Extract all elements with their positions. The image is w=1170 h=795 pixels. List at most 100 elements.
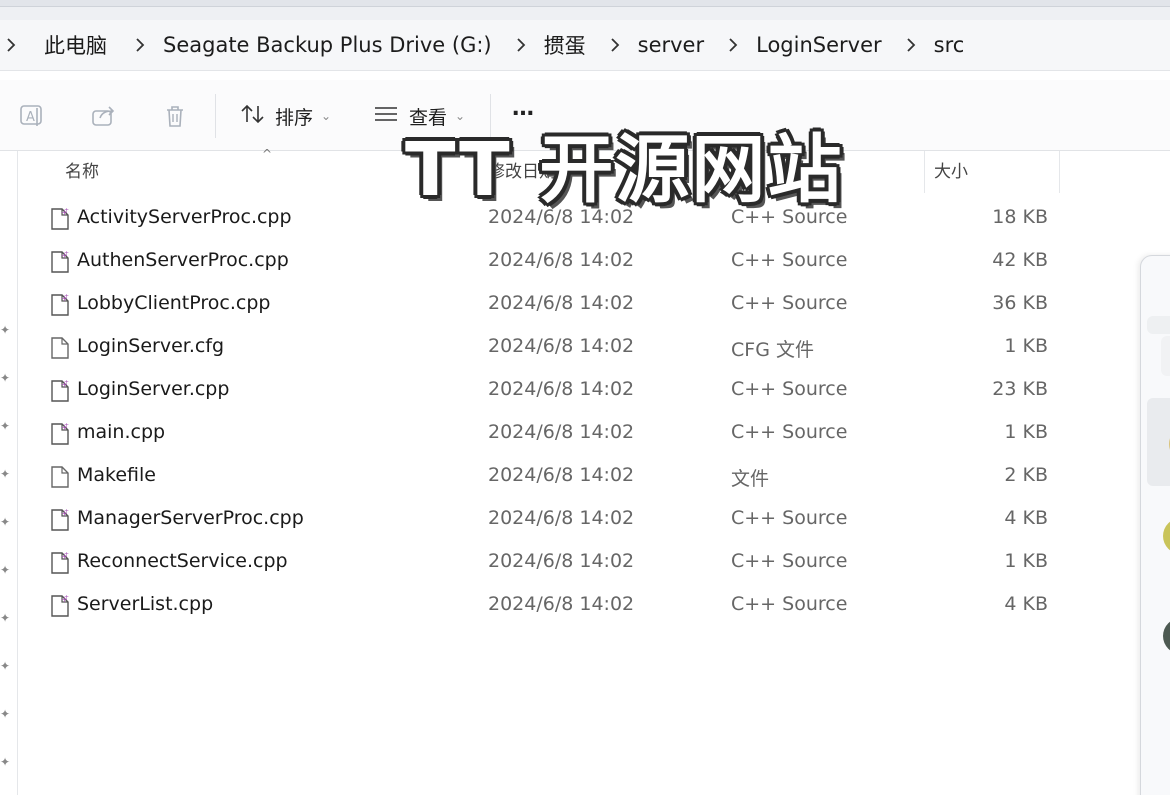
file-size: 4 KB	[1004, 507, 1048, 529]
delete-icon[interactable]	[161, 102, 189, 130]
svg-text:+: +	[64, 207, 69, 214]
breadcrumb-item-guandan[interactable]: 掼蛋	[536, 30, 594, 60]
sort-button-label: 排序	[275, 106, 314, 129]
file-name: ReconnectService.cpp	[77, 550, 288, 572]
file-modified-date: 2024/6/8 14:02	[488, 378, 635, 400]
file-name: ActivityServerProc.cpp	[77, 206, 292, 228]
column-divider[interactable]	[1059, 151, 1060, 193]
title-strip-edge	[0, 0, 1170, 7]
breadcrumb-item-this-pc[interactable]: 此电脑	[22, 30, 115, 60]
file-size: 23 KB	[992, 378, 1048, 400]
file-size: 18 KB	[992, 206, 1048, 228]
svg-text:+: +	[64, 379, 69, 386]
file-size: 1 KB	[1004, 421, 1048, 443]
sort-icon	[240, 103, 266, 130]
column-header-name[interactable]: 名称	[65, 151, 99, 193]
file-size: 2 KB	[1004, 464, 1048, 486]
file-row[interactable]: + + LobbyClientProc.cpp 2024/6/8 14:02 C++ S…	[0, 284, 1100, 327]
file-size: 1 KB	[1004, 550, 1048, 572]
chevron-down-icon: ⌄	[321, 109, 332, 123]
watermark-text: TT 开源网站	[405, 127, 844, 213]
file-type: CFG 文件	[731, 339, 814, 361]
file-row[interactable]: + + LoginServer.cpp 2024/6/8 14:02 C++ Sourc…	[0, 370, 1100, 413]
column-divider[interactable]	[924, 151, 925, 193]
chevron-right-icon[interactable]	[718, 37, 748, 53]
toolbar-divider	[215, 94, 216, 138]
file-type: C++ Source	[731, 550, 848, 572]
side-overlay-panel	[1140, 255, 1170, 795]
file-name: LoginServer.cpp	[77, 378, 230, 400]
share-icon[interactable]	[90, 102, 118, 130]
file-type: C++ Source	[731, 249, 848, 271]
avatar[interactable]	[1163, 618, 1170, 654]
file-row[interactable]: + + ReconnectService.cpp 2024/6/8 14:02 C++ …	[0, 542, 1100, 585]
file-modified-date: 2024/6/8 14:02	[488, 593, 635, 615]
svg-text:+: +	[64, 551, 69, 558]
file-row[interactable]: + + main.cpp 2024/6/8 14:02 C++ Source 1 KB	[0, 413, 1100, 456]
chevron-right-icon[interactable]	[125, 37, 155, 53]
file-row[interactable]: Makefile 2024/6/8 14:02 文件 2 KB	[0, 456, 1100, 499]
file-type: C++ Source	[731, 421, 848, 443]
cpp-file-icon: + +	[50, 508, 70, 532]
file-name: Makefile	[77, 464, 156, 486]
pin-icon[interactable]: ✦	[0, 755, 12, 769]
file-row[interactable]: LoginServer.cfg 2024/6/8 14:02 CFG 文件 1 KB	[0, 327, 1100, 370]
chevron-right-icon[interactable]	[0, 37, 22, 53]
svg-text:+: +	[64, 422, 69, 429]
cpp-file-icon: + +	[50, 207, 70, 231]
chat-item[interactable]	[1147, 398, 1170, 486]
panel-input[interactable]	[1161, 336, 1170, 376]
file-type: C++ Source	[731, 507, 848, 529]
column-header-size[interactable]: 大小	[934, 151, 968, 193]
cpp-file-icon: + +	[50, 594, 70, 618]
generic-file-icon	[50, 465, 70, 489]
pin-icon[interactable]: ✦	[0, 707, 12, 721]
file-size: 36 KB	[992, 292, 1048, 314]
file-size: 1 KB	[1004, 335, 1048, 357]
file-name: LoginServer.cfg	[77, 335, 225, 357]
file-type: C++ Source	[731, 292, 848, 314]
svg-text:+: +	[64, 594, 69, 601]
cpp-file-icon: + +	[50, 422, 70, 446]
file-type: 文件	[731, 468, 770, 490]
avatar[interactable]	[1163, 518, 1170, 554]
chevron-right-icon[interactable]	[600, 37, 630, 53]
file-modified-date: 2024/6/8 14:02	[488, 550, 635, 572]
generic-file-icon	[50, 336, 70, 360]
chevron-right-icon[interactable]	[896, 37, 926, 53]
file-size: 42 KB	[992, 249, 1048, 271]
cpp-file-icon: + +	[50, 379, 70, 403]
cpp-file-icon: + +	[50, 551, 70, 575]
file-modified-date: 2024/6/8 14:02	[488, 464, 635, 486]
file-type: C++ Source	[731, 378, 848, 400]
pin-icon[interactable]: ✦	[0, 659, 12, 673]
breadcrumb-item-src[interactable]: src	[926, 33, 973, 57]
file-type: C++ Source	[731, 593, 848, 615]
panel-search-field[interactable]	[1147, 316, 1170, 334]
breadcrumb-item-drive[interactable]: Seagate Backup Plus Drive (G:)	[155, 33, 500, 57]
file-name: ManagerServerProc.cpp	[77, 507, 304, 529]
file-row[interactable]: + + AuthenServerProc.cpp 2024/6/8 14:02 C++ …	[0, 241, 1100, 284]
svg-text:+: +	[64, 293, 69, 300]
file-row[interactable]: + + ServerList.cpp 2024/6/8 14:02 C++ Source…	[0, 585, 1100, 628]
file-modified-date: 2024/6/8 14:02	[488, 421, 635, 443]
title-strip	[0, 0, 1170, 20]
breadcrumb-item-server[interactable]: server	[630, 33, 712, 57]
chevron-right-icon[interactable]	[506, 37, 536, 53]
sort-button[interactable]: 排序 ⌄	[240, 98, 331, 134]
breadcrumb-item-loginserver[interactable]: LoginServer	[748, 33, 890, 57]
file-row[interactable]: + + ManagerServerProc.cpp 2024/6/8 14:02 C++…	[0, 499, 1100, 542]
file-name: ServerList.cpp	[77, 593, 214, 615]
file-name: LobbyClientProc.cpp	[77, 292, 271, 314]
cpp-file-icon: + +	[50, 293, 70, 317]
rename-icon[interactable]: A	[18, 102, 46, 130]
svg-text:+: +	[64, 250, 69, 257]
view-icon	[373, 104, 399, 129]
file-modified-date: 2024/6/8 14:02	[488, 292, 635, 314]
file-name: AuthenServerProc.cpp	[77, 249, 289, 271]
breadcrumb: 此电脑 Seagate Backup Plus Drive (G:) 掼蛋 se…	[0, 20, 1170, 71]
cpp-file-icon: + +	[50, 250, 70, 274]
file-explorer-window: 此电脑 Seagate Backup Plus Drive (G:) 掼蛋 se…	[0, 0, 1170, 795]
file-size: 4 KB	[1004, 593, 1048, 615]
svg-text:A: A	[26, 110, 35, 125]
